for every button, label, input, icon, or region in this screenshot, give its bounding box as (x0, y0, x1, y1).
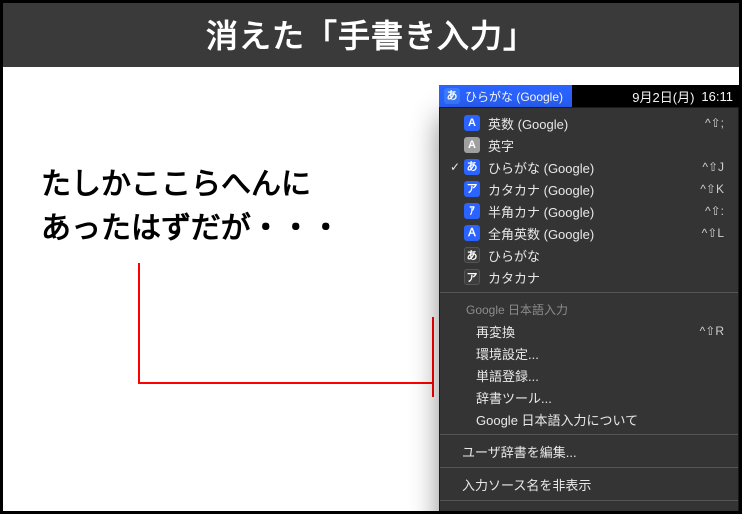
source-label: ひらがな (488, 246, 724, 265)
ime-source-item[interactable]: A 英数 (Google) ^⇧; (440, 112, 738, 134)
ime-source-item[interactable]: アカタカナ (440, 266, 738, 288)
shortcut-label: ^⇧L (702, 226, 724, 240)
menu-item-label: 辞書ツール... (476, 388, 724, 407)
menubar: あ ひらがな (Google) 9月2日(月) 16:11 (439, 85, 739, 107)
menu-item-label: 再変換 (476, 322, 692, 341)
source-badge-icon: ア (464, 269, 480, 285)
ime-source-item[interactable]: アカタカナ (Google) ^⇧K (440, 178, 738, 200)
annotation-caption: たしかここらへんに あったはずだが・・・ (41, 163, 341, 250)
source-label: 英数 (Google) (488, 114, 697, 133)
menu-item-open-keyboard-prefs[interactable]: "キーボード"環境設定を開く... (440, 505, 738, 514)
menu-item-label: 単語登録... (476, 366, 724, 385)
google-ime-item[interactable]: Google 日本語入力について (440, 408, 738, 430)
source-label: カタカナ (Google) (488, 180, 692, 199)
ime-source-item[interactable]: ✓あひらがな (Google) ^⇧J (440, 156, 738, 178)
shortcut-label: ^⇧; (705, 116, 724, 130)
menu-item-label: 環境設定... (476, 344, 724, 363)
source-label: カタカナ (488, 268, 724, 287)
google-ime-item[interactable]: 再変換 ^⇧R (440, 320, 738, 342)
ime-source-item[interactable]: ｱ 半角カナ (Google) ^⇧: (440, 200, 738, 222)
menubar-date[interactable]: 9月2日(月) (629, 87, 697, 106)
source-badge-icon: Ａ (464, 225, 480, 241)
google-ime-item[interactable]: 辞書ツール... (440, 386, 738, 408)
checkmark-icon: ✓ (448, 160, 462, 174)
source-badge-icon: A (464, 137, 480, 153)
menu-separator (440, 467, 738, 468)
shortcut-label: ^⇧K (700, 182, 724, 196)
google-section-label: Google 日本語入力 (440, 297, 738, 320)
menu-separator (440, 434, 738, 435)
shortcut-label: ^⇧: (705, 204, 724, 218)
shortcut-label: ^⇧J (702, 160, 724, 174)
ime-badge-icon: あ (444, 88, 460, 104)
screenshot-frame: 消えた「手書き入力」 たしかここらへんに あったはずだが・・・ あ ひらがな (… (0, 0, 742, 514)
source-label: 半角カナ (Google) (488, 202, 697, 221)
source-badge-icon: ア (464, 181, 480, 197)
shortcut-label: ^⇧R (700, 324, 724, 338)
ime-source-item[interactable]: A 英字 (440, 134, 738, 156)
menu-separator (440, 500, 738, 501)
menu-item-label: Google 日本語入力について (476, 410, 724, 429)
menu-item-edit-user-dict[interactable]: ユーザ辞書を編集... (440, 439, 738, 463)
ime-source-item[interactable]: あひらがな (440, 244, 738, 266)
ime-dropdown: A英数 (Google)^⇧;A英字✓あひらがな (Google)^⇧Jアカタカ… (439, 107, 739, 514)
menu-item-hide-source-name[interactable]: 入力ソース名を非表示 (440, 472, 738, 496)
source-label: 英字 (488, 136, 724, 155)
source-badge-icon: ｱ (464, 203, 480, 219)
source-badge-icon: A (464, 115, 480, 131)
menubar-time[interactable]: 16:11 (697, 89, 739, 104)
menubar-ime-indicator[interactable]: あ ひらがな (Google) (439, 85, 572, 107)
content-area: たしかここらへんに あったはずだが・・・ あ ひらがな (Google) 9月2… (3, 67, 739, 514)
ime-source-item[interactable]: Ａ 全角英数 (Google) ^⇧L (440, 222, 738, 244)
google-ime-item[interactable]: 環境設定... (440, 342, 738, 364)
source-badge-icon: あ (464, 247, 480, 263)
source-badge-icon: あ (464, 159, 480, 175)
page-title: 消えた「手書き入力」 (3, 3, 739, 67)
annotation-bracket (133, 263, 443, 403)
source-label: ひらがな (Google) (488, 158, 694, 177)
google-ime-item[interactable]: 単語登録... (440, 364, 738, 386)
source-label: 全角英数 (Google) (488, 224, 694, 243)
ime-label: ひらがな (Google) (465, 88, 563, 105)
menu-separator (440, 292, 738, 293)
